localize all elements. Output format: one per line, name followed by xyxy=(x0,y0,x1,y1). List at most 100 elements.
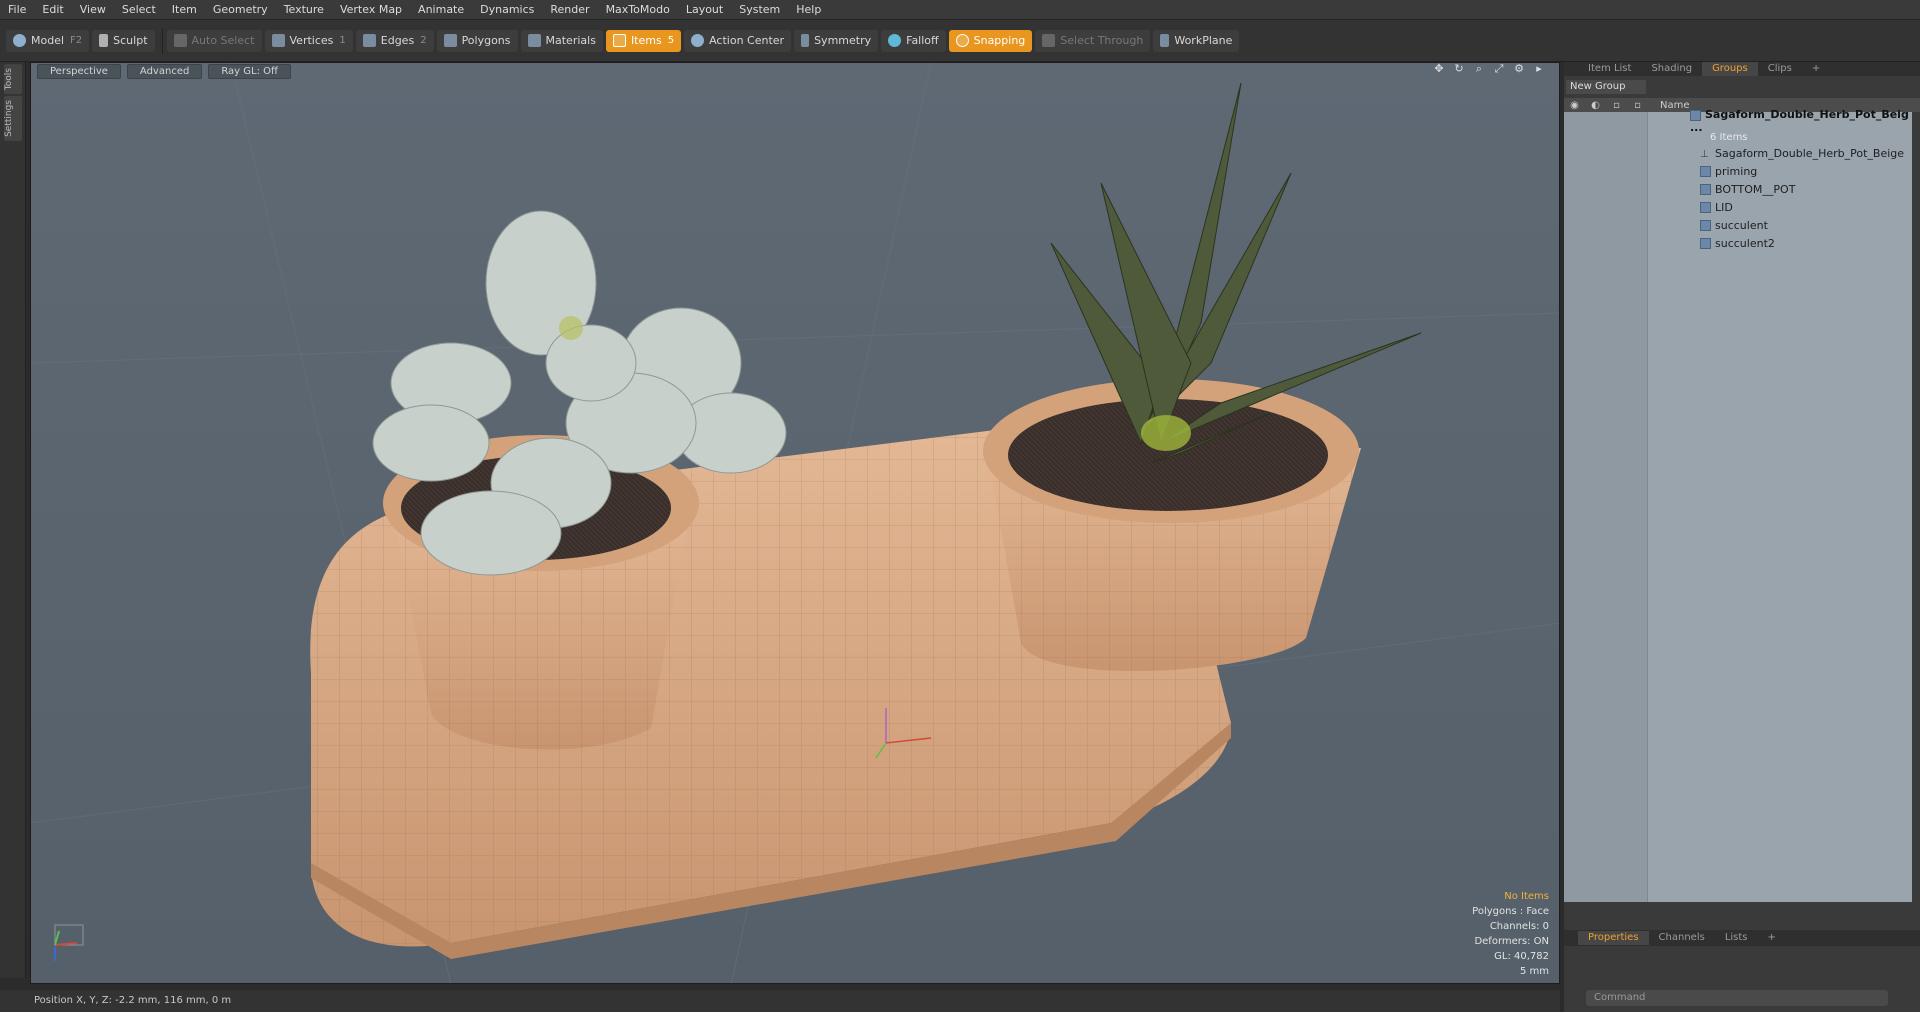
menu-geometry[interactable]: Geometry xyxy=(205,0,276,20)
items-button[interactable]: Items 5 xyxy=(605,29,682,52)
tree-row-item[interactable]: succulent xyxy=(1564,216,1912,234)
vertices-icon xyxy=(271,34,285,47)
menu-maxtomodo[interactable]: MaxToModo xyxy=(598,0,678,20)
action-center-label: Action Center xyxy=(709,34,785,47)
left-tab-strip: Tools Settings xyxy=(0,62,26,978)
new-group-button[interactable]: New Group xyxy=(1566,80,1646,94)
menu-animate[interactable]: Animate xyxy=(410,0,472,20)
column-name: Name xyxy=(1660,99,1690,111)
pan-icon[interactable]: ✥ xyxy=(1433,63,1445,75)
edges-button[interactable]: Edges 2 xyxy=(355,29,434,52)
scene-render xyxy=(31,63,1559,983)
edges-label: Edges xyxy=(380,34,415,47)
viewport-header: Perspective Advanced Ray GL: Off xyxy=(31,63,1559,79)
mesh-icon xyxy=(1700,166,1711,177)
select-through-button[interactable]: Select Through xyxy=(1035,29,1151,52)
stat-scale: 5 mm xyxy=(1519,966,1549,977)
group-icon xyxy=(1690,109,1701,121)
model-shortcut: F2 xyxy=(70,35,83,46)
tab-settings[interactable]: Settings xyxy=(3,96,22,142)
workplane-icon xyxy=(1160,34,1170,47)
model-button[interactable]: Model F2 xyxy=(6,29,90,52)
menu-edit[interactable]: Edit xyxy=(34,0,71,20)
symmetry-label: Symmetry xyxy=(814,34,872,47)
item-count: 6 Items xyxy=(1710,131,1748,143)
shading-dropdown[interactable]: Advanced xyxy=(126,63,203,79)
tree-row-item[interactable]: LID xyxy=(1564,198,1912,216)
falloff-label: Falloff xyxy=(906,34,939,47)
tab-shading[interactable]: Shading xyxy=(1641,62,1702,76)
command-input[interactable]: Command xyxy=(1586,990,1888,1006)
edges-icon xyxy=(362,34,376,47)
menu-file[interactable]: File xyxy=(0,0,34,20)
menu-select[interactable]: Select xyxy=(114,0,164,20)
mesh-icon xyxy=(1700,202,1711,213)
tree-row-item[interactable]: priming xyxy=(1564,162,1912,180)
action-center-button[interactable]: Action Center xyxy=(684,29,792,52)
stat-gl: GL: 40,782 xyxy=(1494,951,1549,962)
polygons-label: Polygons xyxy=(461,34,511,47)
tree-row-item[interactable]: BOTTOM__POT xyxy=(1564,180,1912,198)
mesh-icon xyxy=(1700,238,1711,249)
tab-tools[interactable]: Tools xyxy=(3,64,22,95)
menu-layout[interactable]: Layout xyxy=(678,0,731,20)
tree-row-item[interactable]: succulent2 xyxy=(1564,234,1912,252)
tab-channels[interactable]: Channels xyxy=(1649,931,1715,945)
workplane-button[interactable]: WorkPlane xyxy=(1153,29,1240,52)
materials-label: Materials xyxy=(545,34,596,47)
tree-row-item[interactable]: ⊥ Sagaform_Double_Herb_Pot_Beige xyxy=(1564,144,1912,162)
zoom-icon[interactable]: ⌕ xyxy=(1473,63,1485,75)
add-tab-icon[interactable]: + xyxy=(1802,62,1830,76)
select-icon[interactable]: ▫ xyxy=(1627,100,1648,111)
tab-clips[interactable]: Clips xyxy=(1758,62,1802,76)
maximize-icon[interactable]: ⤢ xyxy=(1493,63,1505,75)
polygons-button[interactable]: Polygons xyxy=(436,29,518,52)
view-perspective-dropdown[interactable]: Perspective xyxy=(37,63,121,79)
play-icon[interactable]: ▸ xyxy=(1533,63,1545,75)
sculpt-button[interactable]: Sculpt xyxy=(92,29,155,52)
menu-help[interactable]: Help xyxy=(788,0,829,20)
falloff-button[interactable]: Falloff xyxy=(881,29,946,52)
materials-button[interactable]: Materials xyxy=(520,29,603,52)
tree-row-root[interactable]: Sagaform_Double_Herb_Pot_Beig ... xyxy=(1564,108,1912,134)
symmetry-button[interactable]: Symmetry xyxy=(794,29,879,52)
item-label: LID xyxy=(1715,200,1733,214)
edges-shortcut: 2 xyxy=(420,35,427,46)
render-icon[interactable]: ◐ xyxy=(1585,100,1606,111)
model-icon xyxy=(13,34,26,47)
tab-lists[interactable]: Lists xyxy=(1715,931,1758,945)
mesh-icon xyxy=(1700,220,1711,231)
auto-select-icon xyxy=(173,34,187,47)
auto-select-button[interactable]: Auto Select xyxy=(166,29,262,52)
menu-render[interactable]: Render xyxy=(542,0,597,20)
select-through-icon xyxy=(1042,34,1056,47)
add-tab-icon[interactable]: + xyxy=(1758,931,1786,945)
tab-item-list[interactable]: Item List xyxy=(1578,62,1641,76)
stat-no-items: No Items xyxy=(1504,891,1549,902)
menu-system[interactable]: System xyxy=(731,0,788,20)
item-label: priming xyxy=(1715,164,1758,178)
properties-tabs: Properties Channels Lists + xyxy=(1564,930,1920,946)
viewport-nav-icons: ✥ ↻ ⌕ ⤢ ⚙ ▸ xyxy=(1425,63,1545,75)
lock-icon[interactable]: ▫ xyxy=(1606,100,1627,111)
eye-icon[interactable]: ◉ xyxy=(1564,100,1585,111)
symmetry-icon xyxy=(801,34,810,47)
tab-properties[interactable]: Properties xyxy=(1578,931,1649,945)
menu-view[interactable]: View xyxy=(72,0,114,20)
rotate-icon[interactable]: ↻ xyxy=(1453,63,1465,75)
tab-groups[interactable]: Groups xyxy=(1702,62,1758,76)
main-toolbar: Model F2 Sculpt Auto Select Vertices 1 Edg… xyxy=(0,20,1920,62)
menu-bar: File Edit View Select Item Geometry Text… xyxy=(0,0,1920,20)
vertices-shortcut: 1 xyxy=(339,35,346,46)
vertices-button[interactable]: Vertices 1 xyxy=(264,29,353,52)
menu-item[interactable]: Item xyxy=(164,0,205,20)
snapping-button[interactable]: Snapping xyxy=(948,29,1033,52)
menu-dynamics[interactable]: Dynamics xyxy=(472,0,542,20)
3d-viewport[interactable]: Perspective Advanced Ray GL: Off ✥ ↻ ⌕ ⤢… xyxy=(30,62,1560,984)
menu-vertex-map[interactable]: Vertex Map xyxy=(332,0,410,20)
raygl-toggle[interactable]: Ray GL: Off xyxy=(208,63,291,79)
menu-texture[interactable]: Texture xyxy=(276,0,332,20)
toolbar-divider xyxy=(161,27,163,54)
gear-icon[interactable]: ⚙ xyxy=(1513,63,1525,75)
item-label: succulent xyxy=(1715,218,1768,232)
